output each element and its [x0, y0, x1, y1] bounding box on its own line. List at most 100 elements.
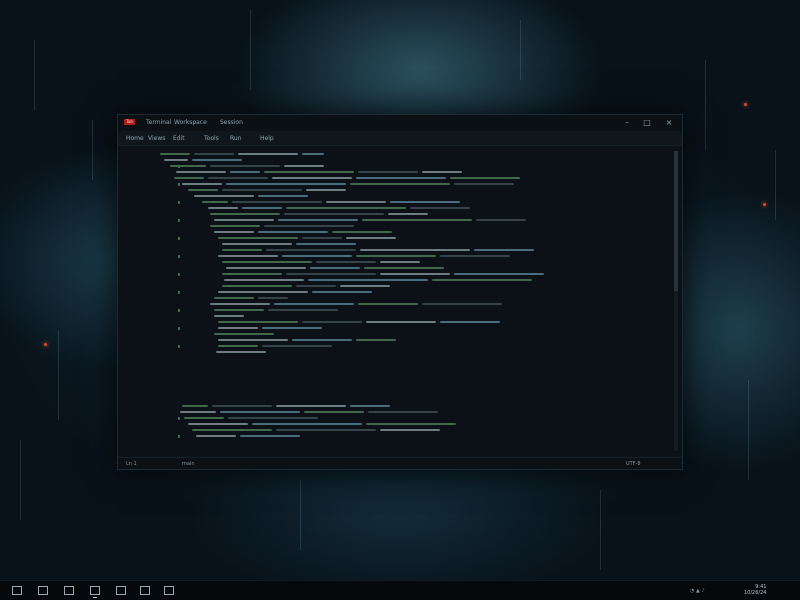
code-token — [180, 411, 216, 413]
code-line[interactable] — [118, 224, 668, 229]
code-token — [218, 255, 278, 257]
code-token — [358, 171, 418, 173]
code-editor[interactable] — [118, 146, 682, 456]
code-token — [176, 171, 226, 173]
code-token — [326, 201, 386, 203]
status-branch[interactable]: main — [182, 461, 195, 467]
code-line[interactable] — [118, 338, 668, 343]
title-tab-workspace[interactable]: Workspace — [174, 119, 207, 126]
code-line[interactable] — [118, 296, 668, 301]
code-token — [262, 327, 322, 329]
code-line[interactable] — [118, 248, 668, 253]
code-line[interactable] — [118, 164, 668, 169]
gutter-marker — [178, 435, 180, 438]
scrollbar-thumb[interactable] — [674, 151, 678, 291]
gutter-marker — [178, 309, 180, 312]
code-line[interactable] — [118, 242, 668, 247]
code-line[interactable] — [118, 308, 668, 313]
title-bar[interactable]: Tab Terminal Workspace Session – □ × — [118, 115, 682, 131]
code-line[interactable] — [118, 218, 668, 223]
code-token — [188, 189, 218, 191]
code-line[interactable] — [118, 194, 668, 199]
code-token — [222, 249, 262, 251]
code-token — [358, 303, 418, 305]
code-line[interactable] — [118, 404, 668, 409]
gutter-marker — [178, 165, 180, 168]
code-line[interactable] — [118, 230, 668, 235]
code-line[interactable] — [118, 236, 668, 241]
code-token — [304, 411, 364, 413]
code-line[interactable] — [118, 326, 668, 331]
code-token — [306, 189, 346, 191]
status-encoding[interactable]: UTF-8 — [626, 461, 641, 467]
code-line[interactable] — [118, 422, 668, 427]
code-line[interactable] — [118, 152, 668, 157]
code-line[interactable] — [118, 266, 668, 271]
code-token — [274, 303, 354, 305]
code-line[interactable] — [118, 206, 668, 211]
taskbar-clock[interactable]: 9:41 10/26/24 — [744, 584, 766, 596]
folder-icon[interactable] — [116, 586, 126, 595]
menu-item-tools[interactable]: Tools — [204, 135, 219, 142]
code-token — [210, 303, 270, 305]
code-line[interactable] — [118, 158, 668, 163]
code-token — [380, 261, 420, 263]
code-line[interactable] — [118, 176, 668, 181]
code-line[interactable] — [118, 188, 668, 193]
menu-item-run[interactable]: Run — [230, 135, 242, 142]
code-line[interactable] — [118, 212, 668, 217]
code-token — [474, 249, 534, 251]
terminal-icon[interactable] — [90, 586, 100, 598]
menu-item-help[interactable]: Help — [260, 135, 274, 142]
code-line[interactable] — [118, 254, 668, 259]
code-token — [362, 219, 472, 221]
code-line[interactable] — [118, 428, 668, 433]
code-token — [356, 255, 436, 257]
code-token — [194, 153, 234, 155]
close-button[interactable]: × — [662, 117, 676, 129]
search-icon[interactable] — [38, 586, 48, 595]
code-token — [282, 255, 352, 257]
code-token — [364, 267, 444, 269]
code-token — [360, 249, 470, 251]
code-token — [192, 159, 242, 161]
menu-item-edit[interactable]: Edit — [173, 135, 185, 142]
terminal-window[interactable]: Tab Terminal Workspace Session – □ × Hom… — [117, 114, 683, 470]
code-line[interactable] — [118, 182, 668, 187]
settings-icon[interactable] — [164, 586, 174, 595]
code-line[interactable] — [118, 320, 668, 325]
code-line[interactable] — [118, 350, 668, 355]
code-line[interactable] — [118, 170, 668, 175]
code-line[interactable] — [118, 284, 668, 289]
code-line[interactable] — [118, 272, 668, 277]
browser-icon[interactable] — [140, 586, 150, 595]
code-token — [440, 321, 500, 323]
code-line[interactable] — [118, 416, 668, 421]
code-line[interactable] — [118, 332, 668, 337]
code-line[interactable] — [118, 434, 668, 439]
code-line[interactable] — [118, 410, 668, 415]
vertical-scrollbar[interactable] — [674, 151, 678, 451]
code-token — [340, 285, 390, 287]
title-tab-terminal[interactable]: Terminal — [146, 119, 171, 126]
menu-item-home[interactable]: Home — [126, 135, 144, 142]
code-token — [164, 159, 188, 161]
code-token — [292, 339, 352, 341]
code-line[interactable] — [118, 302, 668, 307]
maximize-button[interactable]: □ — [640, 117, 654, 129]
menu-item-views[interactable]: Views — [148, 135, 165, 142]
code-line[interactable] — [118, 344, 668, 349]
minimize-button[interactable]: – — [620, 117, 634, 129]
code-line[interactable] — [118, 200, 668, 205]
system-tray[interactable]: ◔ ▲ ♪ — [690, 588, 705, 594]
code-line[interactable] — [118, 290, 668, 295]
code-token — [286, 207, 406, 209]
code-token — [422, 303, 502, 305]
start-icon[interactable] — [12, 586, 22, 595]
code-token — [230, 171, 260, 173]
code-line[interactable] — [118, 278, 668, 283]
code-line[interactable] — [118, 314, 668, 319]
taskview-icon[interactable] — [64, 586, 74, 595]
code-line[interactable] — [118, 260, 668, 265]
title-tab-session[interactable]: Session — [220, 119, 243, 126]
